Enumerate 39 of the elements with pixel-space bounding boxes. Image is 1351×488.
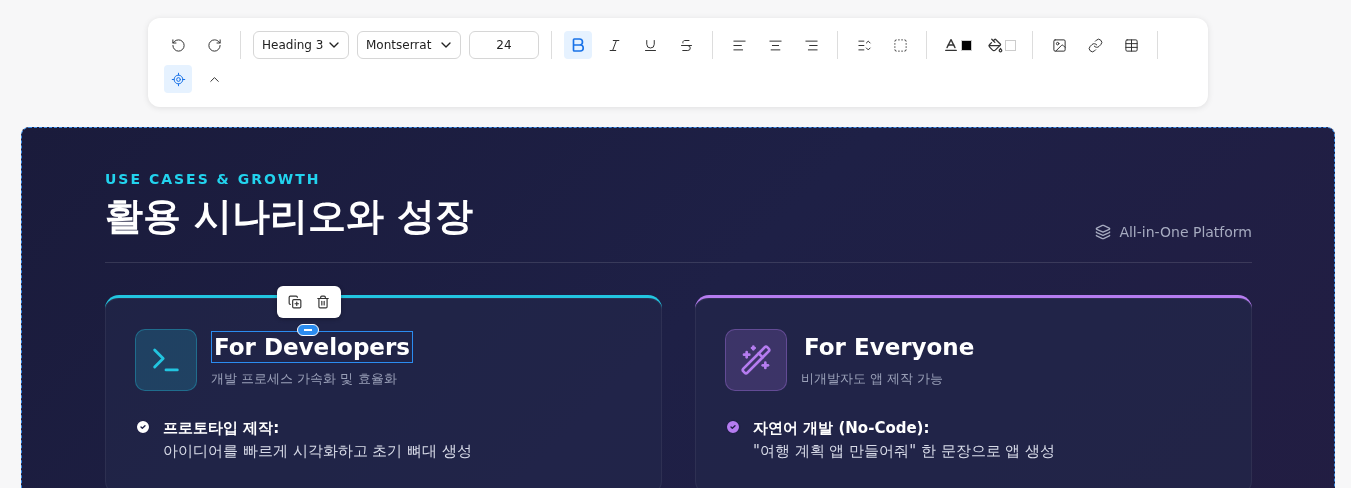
trash-icon <box>316 295 330 309</box>
redo-icon <box>206 37 222 53</box>
padding-icon <box>892 37 908 53</box>
check-icon <box>135 419 151 435</box>
bullet-text: "여행 계획 앱 만들어줘" 한 문장으로 앱 생성 <box>753 442 1056 461</box>
dropdown[interactable]: Montserrat <box>357 31 461 59</box>
undo-icon <box>170 37 186 53</box>
slide-title: 활용 시나리오와 성장 <box>105 193 474 240</box>
bullet-title: 프로토타입 제작: <box>163 419 281 438</box>
align-center-icon <box>767 37 783 53</box>
image-icon <box>1051 37 1067 53</box>
bullet-title: 자연어 개발 (No-Code): <box>753 419 931 438</box>
card-subtitle: 개발 프로세스 가속화 및 효율화 <box>211 370 398 388</box>
link-icon <box>1087 37 1103 53</box>
dropdown[interactable]: Heading 3 <box>253 31 349 59</box>
align-right-icon <box>803 37 819 53</box>
eyebrow-label: USE CASES & GROWTH <box>105 171 322 187</box>
target-button[interactable] <box>164 65 192 93</box>
card-title[interactable]: For Everyone <box>801 331 978 363</box>
text-color-icon <box>943 37 959 53</box>
card-title[interactable]: For Developers <box>211 331 413 363</box>
line-height-icon <box>856 37 872 53</box>
paint-bucket-icon <box>988 37 1003 53</box>
font-size-field[interactable]: 24 <box>469 31 539 59</box>
resize-handle[interactable] <box>297 324 319 336</box>
strikethrough-icon <box>678 37 694 53</box>
bullet-text: 아이디어를 빠르게 시각화하고 초기 뼈대 생성 <box>163 442 472 461</box>
crosshair-icon <box>170 71 186 87</box>
card-subtitle: 비개발자도 앱 제작 가능 <box>801 370 945 388</box>
layers-icon <box>1095 224 1112 240</box>
underline-icon <box>642 37 658 53</box>
check-icon <box>725 419 741 435</box>
duplicate-icon <box>288 295 302 309</box>
table-icon <box>1123 37 1139 53</box>
platform-label: All-in-One Platform <box>1119 224 1252 240</box>
italic-icon <box>606 37 622 53</box>
align-left-icon <box>731 37 747 53</box>
bold-button[interactable] <box>564 31 592 59</box>
magic-wand-icon <box>740 344 772 376</box>
